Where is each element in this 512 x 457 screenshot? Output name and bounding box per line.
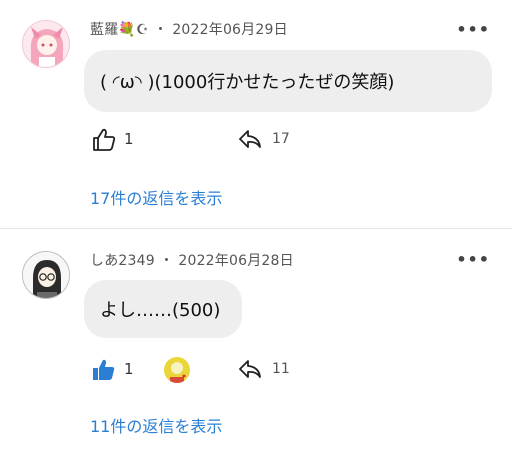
user-avatar[interactable] — [22, 20, 70, 68]
reply-count: 17 — [272, 131, 290, 147]
more-icon: ••• — [456, 20, 490, 39]
reply-count: 11 — [272, 361, 290, 377]
thumbs-up-icon — [93, 128, 116, 151]
comment-2: しあ2349 ・ 2022年06月28日 ••• よし……(500) 1 11 … — [0, 229, 512, 457]
avatar-image — [23, 252, 69, 298]
meta-separator: ・ — [153, 22, 168, 38]
comment-1: 藍羅💐☪︎ ・ 2022年06月29日 ••• ( ◜ω◝ )(1000行かせた… — [0, 0, 512, 228]
more-options-button[interactable]: ••• — [456, 20, 490, 39]
reply-arrow-icon — [239, 130, 261, 148]
comment-actions: 1 17 — [90, 124, 510, 154]
like-button[interactable] — [92, 128, 118, 152]
username[interactable]: しあ2349 — [90, 253, 155, 269]
view-replies-label: 17件の返信を表示 — [90, 189, 223, 208]
more-icon: ••• — [456, 250, 490, 269]
thumbs-up-filled-icon — [93, 359, 115, 380]
comment-text: ( ◜ω◝ )(1000行かせたったぜの笑顔) — [100, 72, 395, 93]
reply-button[interactable] — [238, 358, 262, 380]
like-count: 1 — [124, 130, 134, 148]
avatar-image — [23, 21, 69, 67]
user-avatar[interactable] — [22, 251, 70, 299]
comment-bubble: ( ◜ω◝ )(1000行かせたったぜの笑顔) — [84, 50, 492, 112]
comment-text: よし……(500) — [100, 300, 221, 321]
comment-bubble: よし……(500) — [84, 280, 242, 338]
comment-actions: 1 11 — [90, 354, 510, 384]
view-replies-link[interactable]: 17件の返信を表示 — [90, 185, 222, 209]
username[interactable]: 藍羅💐☪︎ — [90, 22, 149, 38]
view-replies-link[interactable]: 11件の返信を表示 — [90, 413, 222, 437]
comment-date: 2022年06月28日 — [178, 253, 294, 269]
like-count: 1 — [124, 360, 134, 378]
creator-avatar-icon — [164, 357, 190, 383]
view-replies-label: 11件の返信を表示 — [90, 417, 223, 436]
meta-separator: ・ — [159, 253, 174, 269]
reply-button[interactable] — [238, 128, 262, 150]
creator-heart-badge — [164, 357, 190, 383]
reply-arrow-icon — [239, 360, 261, 378]
comment-meta: 藍羅💐☪︎ ・ 2022年06月29日 — [90, 19, 288, 39]
more-options-button[interactable]: ••• — [456, 250, 490, 269]
comment-meta: しあ2349 ・ 2022年06月28日 — [90, 250, 294, 270]
comment-date: 2022年06月29日 — [172, 22, 288, 38]
like-button[interactable] — [92, 358, 118, 382]
